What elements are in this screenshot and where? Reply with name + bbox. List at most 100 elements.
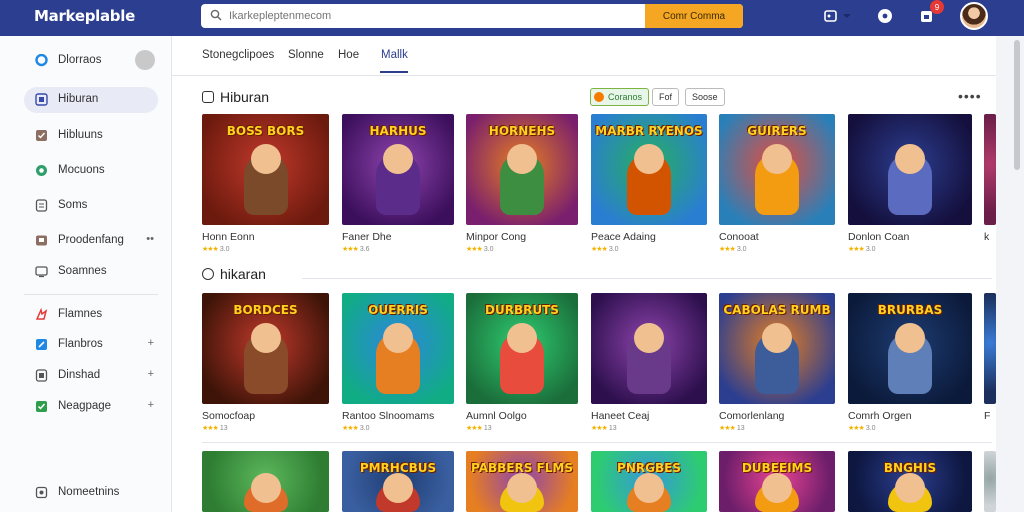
file-icon [35, 369, 48, 382]
filter-chip[interactable]: Fof [652, 88, 680, 106]
game-card[interactable]: BNGHIS [848, 451, 972, 512]
game-thumbnail[interactable]: PMRHCBUS [342, 451, 454, 512]
game-card[interactable] [202, 451, 329, 512]
game-logo-text: DURBRUTS [485, 303, 559, 317]
game-card[interactable]: HORNEHS Minpor Cong ★★★ 3.0 [466, 114, 578, 253]
character-head [383, 473, 413, 503]
game-card[interactable]: OUERRIS Rantoo Slnoomams ★★★ 3.0 [342, 293, 454, 432]
sidebar-avatar[interactable] [135, 50, 155, 70]
game-thumbnail[interactable]: BOSS BORS [202, 114, 329, 225]
sidebar-item-hiburan[interactable]: Hiburan [24, 87, 158, 113]
game-title[interactable]: Peace Adaing [591, 231, 707, 243]
sidebar-item-proodenfang[interactable]: Proodenfang •• [24, 228, 158, 254]
game-title[interactable]: Honn Eonn [202, 231, 329, 243]
game-card[interactable]: k [984, 114, 996, 245]
game-card[interactable]: PMRHCBUS [342, 451, 454, 512]
game-title[interactable]: Conooat [719, 231, 835, 243]
game-title[interactable]: k [984, 231, 996, 243]
more-dots[interactable]: •• [146, 233, 154, 245]
add-icon[interactable]: + [148, 368, 154, 380]
game-thumbnail[interactable]: OUERRIS [342, 293, 454, 404]
game-title[interactable]: Haneet Ceaj [591, 410, 707, 422]
add-icon[interactable]: + [148, 337, 154, 349]
sidebar-item-soms[interactable]: Soms [24, 193, 158, 219]
user-avatar[interactable] [960, 2, 988, 30]
game-title[interactable]: Comrh Orgen [848, 410, 972, 422]
game-card[interactable]: DUBEEIMS [719, 451, 835, 512]
game-thumbnail[interactable] [984, 114, 996, 225]
game-thumbnail[interactable]: PNRGBES [591, 451, 707, 512]
cart-icon[interactable] [823, 8, 839, 24]
tab-hoe[interactable]: Hoe [338, 49, 359, 61]
game-card[interactable]: Donlon Coan ★★★ 3.0 [848, 114, 972, 253]
game-logo-text: BOSS BORS [226, 124, 305, 138]
game-thumbnail[interactable] [984, 451, 996, 512]
game-logo-text: HORNEHS [488, 124, 556, 138]
scrollbar[interactable] [1014, 40, 1020, 170]
character-head [634, 473, 664, 503]
game-thumbnail[interactable] [591, 293, 707, 404]
game-card[interactable]: PABBERS FLMS [466, 451, 578, 512]
game-thumbnail[interactable]: BNGHIS [848, 451, 972, 512]
add-icon[interactable]: + [148, 399, 154, 411]
tab-stonegclipoes[interactable]: Stonegclipoes [202, 49, 274, 61]
tab-mallk[interactable]: Mallk [381, 49, 408, 61]
more-options-icon[interactable]: •••• [958, 88, 982, 104]
search-box[interactable]: Comr Comma [201, 4, 743, 28]
game-card[interactable]: CABOLAS RUMB Comorlenlang ★★★ 13 [719, 293, 835, 432]
game-thumbnail[interactable] [984, 293, 996, 404]
game-thumbnail[interactable]: MARBR RYENOS [591, 114, 707, 225]
game-thumbnail[interactable]: BRURBAS [848, 293, 972, 404]
sidebar-item-mocuons[interactable]: Mocuons [24, 158, 158, 184]
game-title[interactable]: Faner Dhe [342, 231, 454, 243]
game-card[interactable]: GUIRERS Conooat ★★★ 3.0 [719, 114, 835, 253]
game-logo-text: MARBR RYENOS [595, 124, 703, 138]
character-head [250, 473, 281, 503]
top-bar: Markeplable Comr Comma 9 [0, 0, 1024, 36]
compass-icon[interactable] [877, 8, 893, 24]
tab-slonne[interactable]: Slonne [288, 49, 324, 61]
game-thumbnail[interactable]: BORDCES [202, 293, 329, 404]
star-rating-icon: ★★★ [591, 425, 608, 432]
game-card[interactable]: BOSS BORS Honn Eonn ★★★ 3.0 [202, 114, 329, 253]
sidebar-item-soamnes[interactable]: Soamnes [24, 259, 158, 285]
search-button[interactable]: Comr Comma [645, 4, 743, 28]
app-logo[interactable]: Markeplable [34, 7, 135, 25]
sidebar-item-dinshad[interactable]: Dinshad + [24, 363, 158, 389]
game-card[interactable]: HARHUS Faner Dhe ★★★ 3.6 [342, 114, 454, 253]
game-thumbnail[interactable] [848, 114, 972, 225]
search-input[interactable] [201, 4, 645, 28]
chevron-down-icon[interactable] [842, 8, 852, 24]
game-thumbnail[interactable] [202, 451, 329, 512]
character-head [895, 323, 925, 353]
game-card[interactable] [984, 451, 996, 512]
game-title[interactable]: Rantoo Slnoomams [342, 410, 454, 422]
game-card[interactable]: PNRGBES [591, 451, 707, 512]
game-card[interactable]: DURBRUTS Aumnl Oolgo ★★★ 13 [466, 293, 578, 432]
sidebar-item-flamnes[interactable]: Flamnes [24, 302, 158, 328]
game-card[interactable]: MARBR RYENOS Peace Adaing ★★★ 3.0 [591, 114, 707, 253]
game-title[interactable]: Somocfoap [202, 410, 329, 422]
game-title[interactable]: Comorlenlang [719, 410, 835, 422]
game-thumbnail[interactable]: GUIRERS [719, 114, 835, 225]
game-thumbnail[interactable]: DURBRUTS [466, 293, 578, 404]
game-thumbnail[interactable]: CABOLAS RUMB [719, 293, 835, 404]
sidebar-item-hibluuns[interactable]: Hibluuns [24, 123, 158, 149]
filter-chip[interactable]: Coranos [590, 88, 650, 106]
sidebar-item-bottom[interactable]: Nomeetnins [24, 480, 158, 506]
game-thumbnail[interactable]: HARHUS [342, 114, 454, 225]
game-title[interactable]: Aumnl Oolgo [466, 410, 578, 422]
game-title[interactable]: Minpor Cong [466, 231, 578, 243]
sidebar-item-flanbros[interactable]: Flanbros + [24, 332, 158, 358]
game-thumbnail[interactable]: PABBERS FLMS [466, 451, 578, 512]
game-card[interactable]: BRURBAS Comrh Orgen ★★★ 3.0 [848, 293, 972, 432]
sidebar-item-neagpage[interactable]: Neagpage + [24, 394, 158, 420]
game-card[interactable]: Haneet Ceaj ★★★ 13 [591, 293, 707, 432]
game-title[interactable]: Donlon Coan [848, 231, 972, 243]
game-card[interactable]: F [984, 293, 996, 424]
game-thumbnail[interactable]: HORNEHS [466, 114, 578, 225]
game-card[interactable]: BORDCES Somocfoap ★★★ 13 [202, 293, 329, 432]
filter-chip[interactable]: Soose [685, 88, 725, 106]
game-thumbnail[interactable]: DUBEEIMS [719, 451, 835, 512]
game-title[interactable]: F [984, 410, 996, 422]
